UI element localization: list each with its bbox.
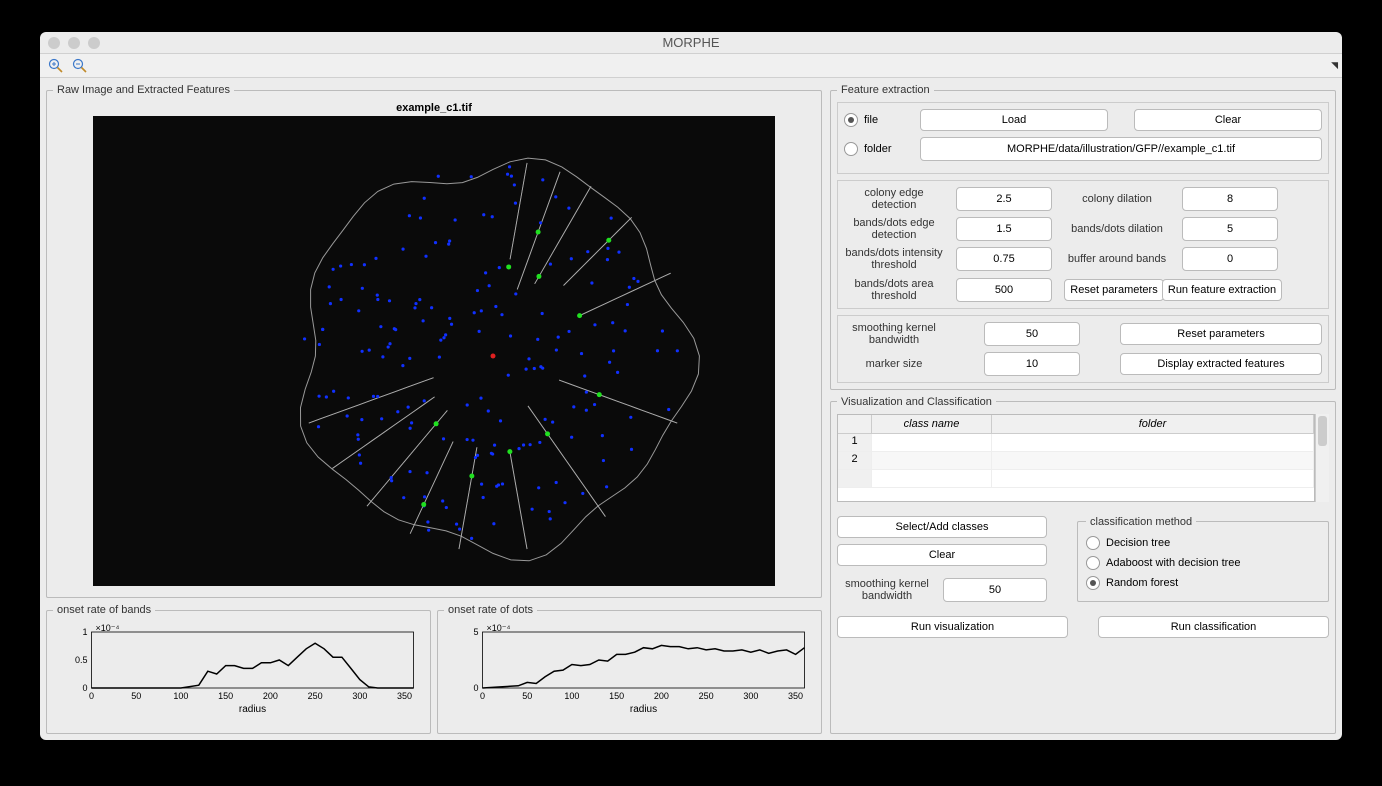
svg-text:150: 150: [218, 691, 233, 701]
col-folder: folder: [992, 415, 1314, 434]
viz-skb-input[interactable]: 50: [943, 578, 1047, 602]
class-table[interactable]: class name folder 1 2: [837, 414, 1315, 502]
colony-dilation-label: colony dilation: [1064, 193, 1170, 205]
zoom-in-icon[interactable]: [46, 56, 66, 76]
svg-text:250: 250: [699, 691, 714, 701]
buffer-label: buffer around bands: [1064, 253, 1170, 265]
svg-text:300: 300: [743, 691, 758, 701]
plot-dots-legend: onset rate of dots: [444, 604, 537, 616]
app-window: MORPHE ◥ Raw Image and Extracted Feature…: [40, 32, 1342, 740]
svg-text:150: 150: [609, 691, 624, 701]
svg-text:0: 0: [473, 683, 478, 693]
svg-text:250: 250: [308, 691, 323, 701]
viz-class-legend: Visualization and Classification: [837, 396, 996, 408]
raw-image-panel: Raw Image and Extracted Features example…: [46, 84, 822, 598]
select-classes-button[interactable]: Select/Add classes: [837, 516, 1047, 538]
clear-classes-button[interactable]: Clear: [837, 544, 1047, 566]
bd-intensity-label: bands/dots intensity threshold: [844, 247, 944, 271]
svg-text:×10⁻⁴: ×10⁻⁴: [96, 623, 120, 633]
table-row[interactable]: [838, 470, 1314, 488]
svg-text:radius: radius: [630, 704, 657, 715]
col-class-name: class name: [872, 415, 992, 434]
svg-text:radius: radius: [239, 704, 266, 715]
svg-text:200: 200: [263, 691, 278, 701]
skb-input[interactable]: 50: [984, 322, 1080, 346]
toolbar: ◥: [40, 54, 1342, 78]
run-extraction-button[interactable]: Run feature extraction: [1162, 279, 1282, 301]
svg-text:100: 100: [173, 691, 188, 701]
svg-text:0: 0: [89, 691, 94, 701]
clear-button[interactable]: Clear: [1134, 109, 1322, 131]
raw-image-legend: Raw Image and Extracted Features: [53, 84, 234, 96]
svg-text:200: 200: [654, 691, 669, 701]
marker-label: marker size: [844, 358, 944, 370]
svg-text:×10⁻⁴: ×10⁻⁴: [487, 623, 511, 633]
table-row[interactable]: 2: [838, 452, 1314, 470]
bd-edge-input[interactable]: 1.5: [956, 217, 1052, 241]
reset-params-button[interactable]: Reset parameters: [1064, 279, 1164, 301]
svg-text:5: 5: [473, 627, 478, 637]
colony-edge-input[interactable]: 2.5: [956, 187, 1052, 211]
bd-area-label: bands/dots area threshold: [844, 278, 944, 302]
plot-bands-legend: onset rate of bands: [53, 604, 155, 616]
titlebar: MORPHE: [40, 32, 1342, 54]
plot-dots-panel: onset rate of dots 0 5 ×10⁻⁴ 0 50 100 150 200 25…: [437, 604, 822, 734]
svg-text:0: 0: [82, 683, 87, 693]
decision-tree-radio[interactable]: [1086, 536, 1100, 550]
colony-edge-label: colony edge detection: [844, 187, 944, 211]
table-corner: [838, 415, 872, 434]
reset-params2-button[interactable]: Reset parameters: [1120, 323, 1322, 345]
svg-text:300: 300: [352, 691, 367, 701]
viz-skb-label: smoothing kernel bandwidth: [837, 578, 937, 602]
buffer-input[interactable]: 0: [1182, 247, 1278, 271]
viz-class-panel: Visualization and Classification class n…: [830, 396, 1336, 734]
minimize-icon[interactable]: [68, 37, 80, 49]
path-field[interactable]: MORPHE/data/illustration/GFP//example_c1…: [920, 137, 1322, 161]
adaboost-radio[interactable]: [1086, 556, 1100, 570]
source-folder-label: folder: [864, 143, 914, 155]
svg-text:350: 350: [788, 691, 803, 701]
load-button[interactable]: Load: [920, 109, 1108, 131]
svg-text:100: 100: [564, 691, 579, 701]
svg-text:50: 50: [522, 691, 532, 701]
table-scrollbar[interactable]: [1315, 414, 1329, 502]
zoom-out-icon[interactable]: [70, 56, 90, 76]
colony-dilation-input[interactable]: 8: [1182, 187, 1278, 211]
bd-dilation-label: bands/dots dilation: [1064, 223, 1170, 235]
image-display: [93, 116, 775, 586]
source-file-radio[interactable]: [844, 113, 858, 127]
bd-area-input[interactable]: 500: [956, 278, 1052, 302]
table-row[interactable]: 1: [838, 434, 1314, 452]
svg-text:0.5: 0.5: [75, 655, 88, 665]
run-classification-button[interactable]: Run classification: [1098, 616, 1329, 638]
traffic-lights: [48, 37, 100, 49]
random-forest-label: Random forest: [1106, 577, 1178, 589]
zoom-icon[interactable]: [88, 37, 100, 49]
bd-dilation-input[interactable]: 5: [1182, 217, 1278, 241]
decision-tree-label: Decision tree: [1106, 537, 1170, 549]
random-forest-radio[interactable]: [1086, 576, 1100, 590]
source-file-label: file: [864, 114, 914, 126]
svg-text:0: 0: [480, 691, 485, 701]
marker-input[interactable]: 10: [984, 352, 1080, 376]
source-folder-radio[interactable]: [844, 142, 858, 156]
display-features-button[interactable]: Display extracted features: [1120, 353, 1322, 375]
svg-text:350: 350: [397, 691, 412, 701]
run-visualization-button[interactable]: Run visualization: [837, 616, 1068, 638]
class-method-legend: classification method: [1086, 516, 1196, 528]
skb-label: smoothing kernel bandwidth: [844, 322, 944, 346]
svg-text:50: 50: [131, 691, 141, 701]
toolbar-menu-icon[interactable]: ◥: [1331, 60, 1338, 71]
feature-extraction-legend: Feature extraction: [837, 84, 934, 96]
adaboost-label: Adaboost with decision tree: [1106, 557, 1241, 569]
image-filename: example_c1.tif: [53, 102, 815, 114]
plot-bands-panel: onset rate of bands 0 0.5 1 ×10⁻⁴ 0 50 100 150 2…: [46, 604, 431, 734]
class-method-panel: classification method Decision tree Adab…: [1077, 516, 1329, 602]
window-title: MORPHE: [662, 35, 719, 50]
svg-text:1: 1: [82, 627, 87, 637]
bd-edge-label: bands/dots edge detection: [844, 217, 944, 241]
feature-extraction-panel: Feature extraction file Load Clear folde…: [830, 84, 1336, 390]
bd-intensity-input[interactable]: 0.75: [956, 247, 1052, 271]
close-icon[interactable]: [48, 37, 60, 49]
